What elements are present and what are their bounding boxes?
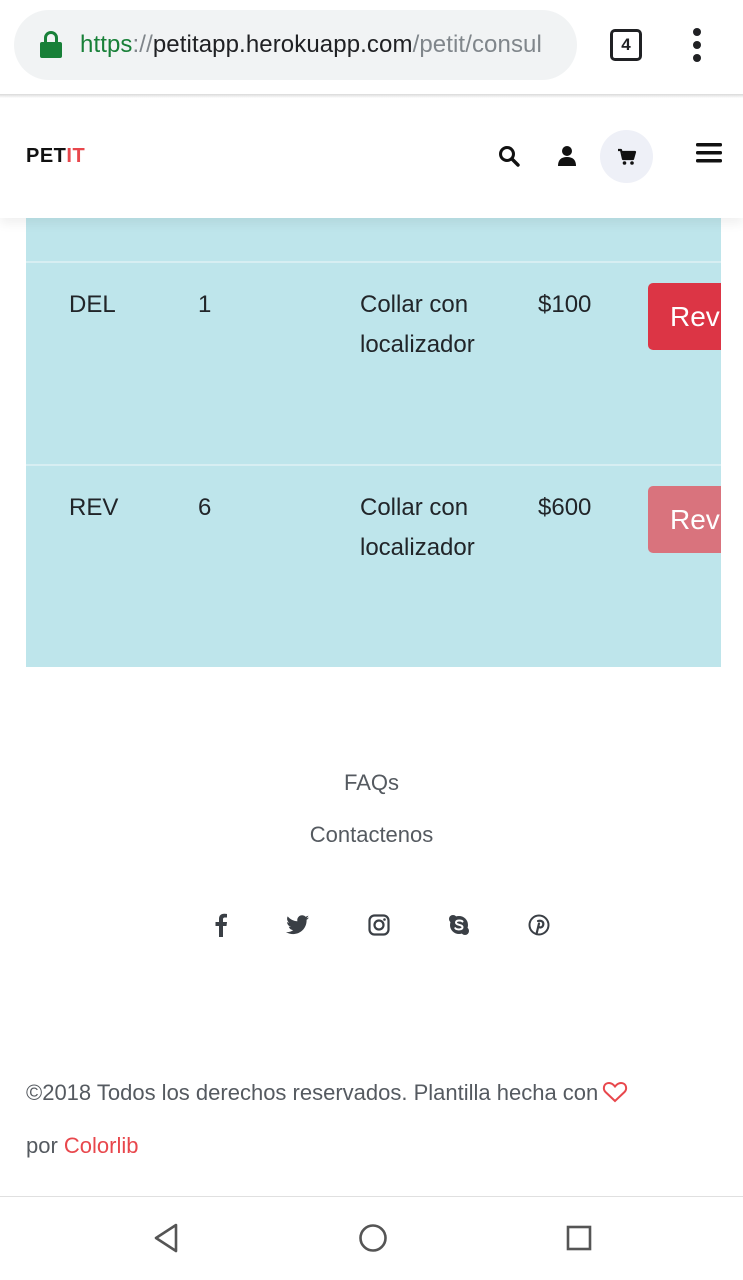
instagram-icon[interactable] bbox=[364, 910, 394, 940]
by-text: por bbox=[26, 1133, 58, 1158]
user-icon[interactable] bbox=[557, 145, 577, 167]
menu-icon[interactable] bbox=[696, 142, 722, 164]
copyright-statement: ©2018 Todos los derechos reservados. Pla… bbox=[26, 1080, 599, 1105]
order-product: Collar con localizador bbox=[360, 494, 475, 561]
colorlib-link[interactable]: Colorlib bbox=[64, 1133, 139, 1158]
browser-toolbar: https://petitapp.herokuapp.com/petit/con… bbox=[0, 0, 743, 94]
pinterest-icon[interactable] bbox=[524, 910, 554, 940]
recents-icon[interactable] bbox=[566, 1223, 592, 1253]
order-price: $100 bbox=[538, 291, 592, 318]
site-logo[interactable]: PETIT bbox=[26, 145, 85, 168]
table-row: DEL 1 Collar con localizador $100 Rev bbox=[26, 261, 721, 464]
facebook-icon[interactable] bbox=[206, 910, 236, 940]
logo-part-pet: PET bbox=[26, 145, 67, 167]
home-icon[interactable] bbox=[358, 1223, 388, 1253]
url-path: /petit/consul bbox=[412, 31, 542, 58]
back-icon[interactable] bbox=[153, 1223, 179, 1253]
twitter-icon[interactable] bbox=[283, 910, 313, 940]
logo-part-it: IT bbox=[66, 145, 86, 167]
review-button[interactable]: Rev bbox=[648, 283, 721, 350]
order-code: REV bbox=[69, 494, 119, 521]
url-text[interactable]: https://petitapp.herokuapp.com/petit/con… bbox=[80, 31, 542, 59]
url-host: petitapp.herokuapp.com bbox=[152, 31, 413, 58]
footer-link-contact[interactable]: Contactenos bbox=[0, 822, 743, 848]
order-product: Collar con localizador bbox=[360, 291, 475, 358]
footer-link-faqs[interactable]: FAQs bbox=[0, 770, 743, 796]
site-header: PETIT bbox=[0, 98, 743, 218]
order-quantity: 1 bbox=[198, 291, 212, 318]
heart-icon bbox=[603, 1082, 628, 1103]
url-scheme: https bbox=[80, 31, 133, 58]
tab-switcher-button[interactable]: 4 bbox=[610, 29, 642, 61]
orders-table: DEL 1 Collar con localizador $100 Rev RE… bbox=[26, 218, 721, 667]
search-icon[interactable] bbox=[498, 145, 520, 167]
review-button-disabled: Rev bbox=[648, 486, 721, 553]
url-separator: :// bbox=[132, 31, 153, 58]
cart-button[interactable] bbox=[600, 130, 653, 183]
order-quantity: 6 bbox=[198, 494, 212, 521]
lock-icon bbox=[40, 31, 62, 59]
more-options-icon[interactable] bbox=[692, 28, 702, 62]
order-price: $600 bbox=[538, 494, 592, 521]
copyright-text: ©2018 Todos los derechos reservados. Pla… bbox=[26, 1066, 726, 1172]
address-bar[interactable]: https://petitapp.herokuapp.com/petit/con… bbox=[14, 10, 577, 80]
order-code: DEL bbox=[69, 291, 116, 318]
system-navigation-bar bbox=[0, 1196, 743, 1280]
table-row: REV 6 Collar con localizador $600 Rev bbox=[26, 464, 721, 667]
skype-icon[interactable] bbox=[444, 910, 474, 940]
cart-icon bbox=[617, 148, 636, 165]
